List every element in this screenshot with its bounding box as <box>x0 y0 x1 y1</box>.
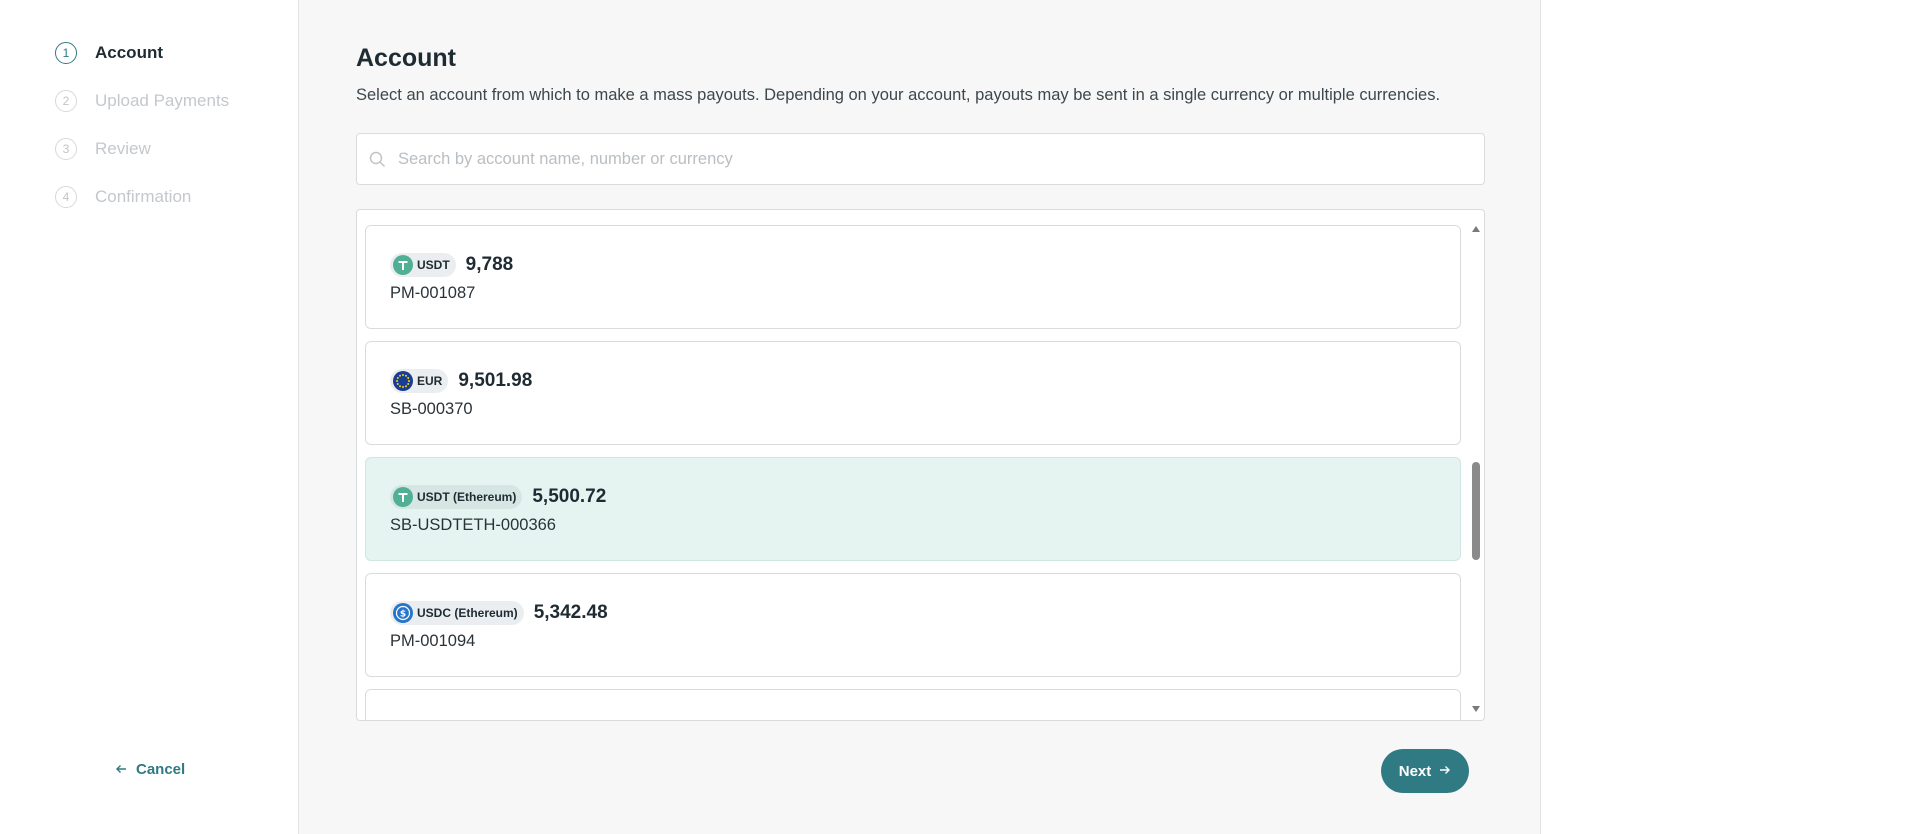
account-card-selected[interactable]: USDT (Ethereum) 5,500.72 SB-USDTETH-0003… <box>365 457 1461 561</box>
search-icon <box>369 151 386 167</box>
account-list[interactable]: USDT 9,788 PM-001087 EUR 9,501.98 SB-000… <box>356 209 1485 721</box>
step-label: Account <box>95 43 163 62</box>
step-label: Upload Payments <box>95 91 230 110</box>
svg-text:$: $ <box>400 610 406 620</box>
currency-code: EUR <box>417 374 443 388</box>
scroll-up-icon[interactable] <box>1472 226 1480 232</box>
account-card[interactable]: $ USDC (Ethereum) 5,342.48 PM-001094 <box>365 573 1461 677</box>
step-number: 3 <box>55 138 77 160</box>
arrow-right-icon <box>1439 763 1451 779</box>
euro-flag-icon <box>393 371 413 391</box>
account-number: PM-001087 <box>390 284 476 302</box>
account-balance: 9,501.98 <box>458 370 533 391</box>
step-upload-payments: 2 Upload Payments <box>55 90 229 112</box>
search-box[interactable] <box>356 133 1485 185</box>
main-panel: Account Select an account from which to … <box>299 0 1541 834</box>
step-review: 3 Review <box>55 138 151 160</box>
currency-code: USDT <box>417 258 450 272</box>
step-label: Confirmation <box>95 187 192 206</box>
scroll-down-icon[interactable] <box>1472 706 1480 712</box>
step-confirmation: 4 Confirmation <box>55 186 191 208</box>
step-label: Review <box>95 139 151 158</box>
list-scrollbar[interactable] <box>1471 220 1481 712</box>
scrollbar-thumb[interactable] <box>1472 462 1480 560</box>
arrow-left-icon <box>115 762 127 778</box>
page-description: Select an account from which to make a m… <box>356 86 1441 104</box>
account-card[interactable]: EUR 9,501.98 SB-000370 <box>365 341 1461 445</box>
step-number: 4 <box>55 186 77 208</box>
account-balance: 5,500.72 <box>532 486 607 507</box>
account-card[interactable]: USDT 9,788 PM-001087 <box>365 225 1461 329</box>
currency-code: USDT (Ethereum) <box>417 490 517 504</box>
account-balance: 9,788 <box>465 254 514 275</box>
currency-badge: $ USDC (Ethereum) <box>390 601 524 625</box>
cancel-button[interactable]: Cancel <box>115 761 185 778</box>
right-pane <box>1541 0 1918 834</box>
sidebar: 1 Account 2 Upload Payments 3 Review 4 C… <box>0 0 299 834</box>
account-number: SB-USDTETH-000366 <box>390 516 556 534</box>
account-number: PM-001094 <box>390 632 476 650</box>
account-balance: 5,342.48 <box>533 602 608 623</box>
next-label: Next <box>1398 762 1432 780</box>
usdc-icon: $ <box>393 603 413 623</box>
cancel-label: Cancel <box>136 761 186 778</box>
step-number: 2 <box>55 90 77 112</box>
next-button[interactable]: Next <box>1381 749 1469 793</box>
account-card[interactable] <box>365 689 1461 720</box>
page-title: Account <box>356 44 456 72</box>
step-account: 1 Account <box>55 42 163 64</box>
currency-badge: USDT <box>390 253 456 277</box>
account-number: SB-000370 <box>390 400 473 418</box>
currency-badge: USDT (Ethereum) <box>390 485 523 509</box>
tether-icon <box>393 255 413 275</box>
currency-badge: EUR <box>390 369 449 393</box>
currency-code: USDC (Ethereum) <box>417 606 518 620</box>
step-number: 1 <box>55 42 77 64</box>
search-input[interactable] <box>396 148 1460 170</box>
tether-icon <box>393 487 413 507</box>
